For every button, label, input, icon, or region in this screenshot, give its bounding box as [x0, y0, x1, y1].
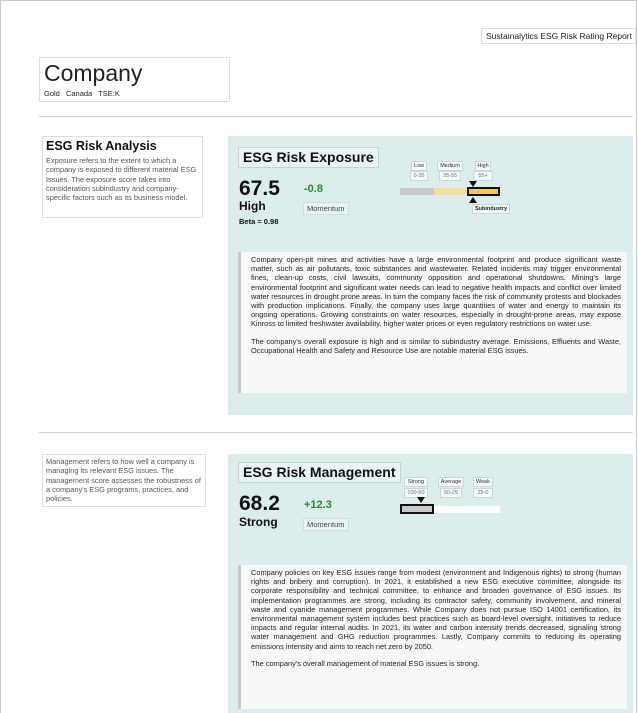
exposure-beta: Beta = 0.98: [239, 217, 279, 226]
scale-range-medium: 35-55: [439, 171, 461, 181]
scale-bar-low: [400, 188, 434, 195]
scale-range-high: 55+: [473, 171, 493, 181]
management-panel: ESG Risk Management 68.2 Strong +12.3 Mo…: [228, 454, 633, 713]
scale-label-high: High: [475, 161, 491, 171]
company-header: Company Gold Canada TSE:K: [39, 57, 230, 102]
management-summary: The company's overall management of mate…: [251, 658, 480, 668]
subindustry-label: Subindustry: [472, 204, 511, 214]
company-meta: Gold Canada TSE:K: [44, 89, 120, 98]
subindustry-marker-arrow: [469, 197, 477, 203]
country-label: Canada: [65, 89, 93, 98]
scale-range-low: 0-35: [410, 171, 428, 181]
scale-label-medium: Medium: [437, 161, 463, 171]
scale-bar-high: [467, 187, 500, 196]
industry-label: Gold: [44, 89, 60, 98]
management-text: Company policies on key ESG issues range…: [238, 565, 627, 709]
exposure-text: Company open-pit mines and activities ha…: [238, 252, 627, 393]
analysis-title: ESG Risk Analysis: [46, 139, 157, 153]
exposure-side-box: ESG Risk Analysis Exposure refers to the…: [42, 136, 203, 218]
management-panel-title: ESG Risk Management: [238, 462, 401, 483]
ticker-label: TSE:K: [98, 89, 120, 98]
scale-label-low: Low: [411, 161, 427, 171]
exposure-momentum-value: -0.8: [304, 183, 323, 195]
exposure-score: 67.5: [239, 177, 280, 200]
scale-bar-medium: [434, 188, 467, 195]
scale-label-average: Average: [438, 477, 464, 487]
management-side-box: Management refers to how well a company …: [42, 454, 206, 507]
exposure-panel: ESG Risk Exposure 67.5 High Beta = 0.98 …: [228, 136, 633, 415]
management-description: Management refers to how well a company …: [46, 457, 201, 504]
exposure-panel-title: ESG Risk Exposure: [238, 147, 379, 168]
scale-bar-strong: [400, 504, 434, 514]
exposure-paragraph: Company open-pit mines and activities ha…: [251, 255, 621, 329]
company-name: Company: [44, 60, 143, 86]
scale-bar-average: [434, 506, 468, 513]
scale-label-weak: Weak: [473, 477, 493, 487]
management-momentum-value: +12.3: [304, 499, 332, 511]
scale-label-strong: Strong: [404, 477, 428, 487]
exposure-momentum-label: Momentum: [303, 202, 349, 215]
exposure-description: Exposure refers to the extent to which a…: [46, 156, 197, 203]
section-divider: [39, 116, 633, 117]
exposure-level: High: [239, 199, 266, 213]
management-momentum-label: Momentum: [303, 518, 349, 531]
scale-bar-weak: [468, 506, 500, 513]
section-divider-2: [39, 432, 633, 433]
report-title: Sustainalytics ESG Risk Rating Report: [481, 28, 636, 44]
management-score: 68.2: [239, 492, 280, 515]
scale-range-average: 50-25: [440, 488, 462, 498]
management-paragraph: Company policies on key ESG issues range…: [251, 568, 621, 651]
management-marker-arrow: [417, 497, 425, 503]
management-level: Strong: [239, 515, 278, 529]
exposure-summary: The company's overall exposure is high a…: [251, 336, 621, 355]
scale-range-weak: 25-0: [473, 488, 493, 498]
